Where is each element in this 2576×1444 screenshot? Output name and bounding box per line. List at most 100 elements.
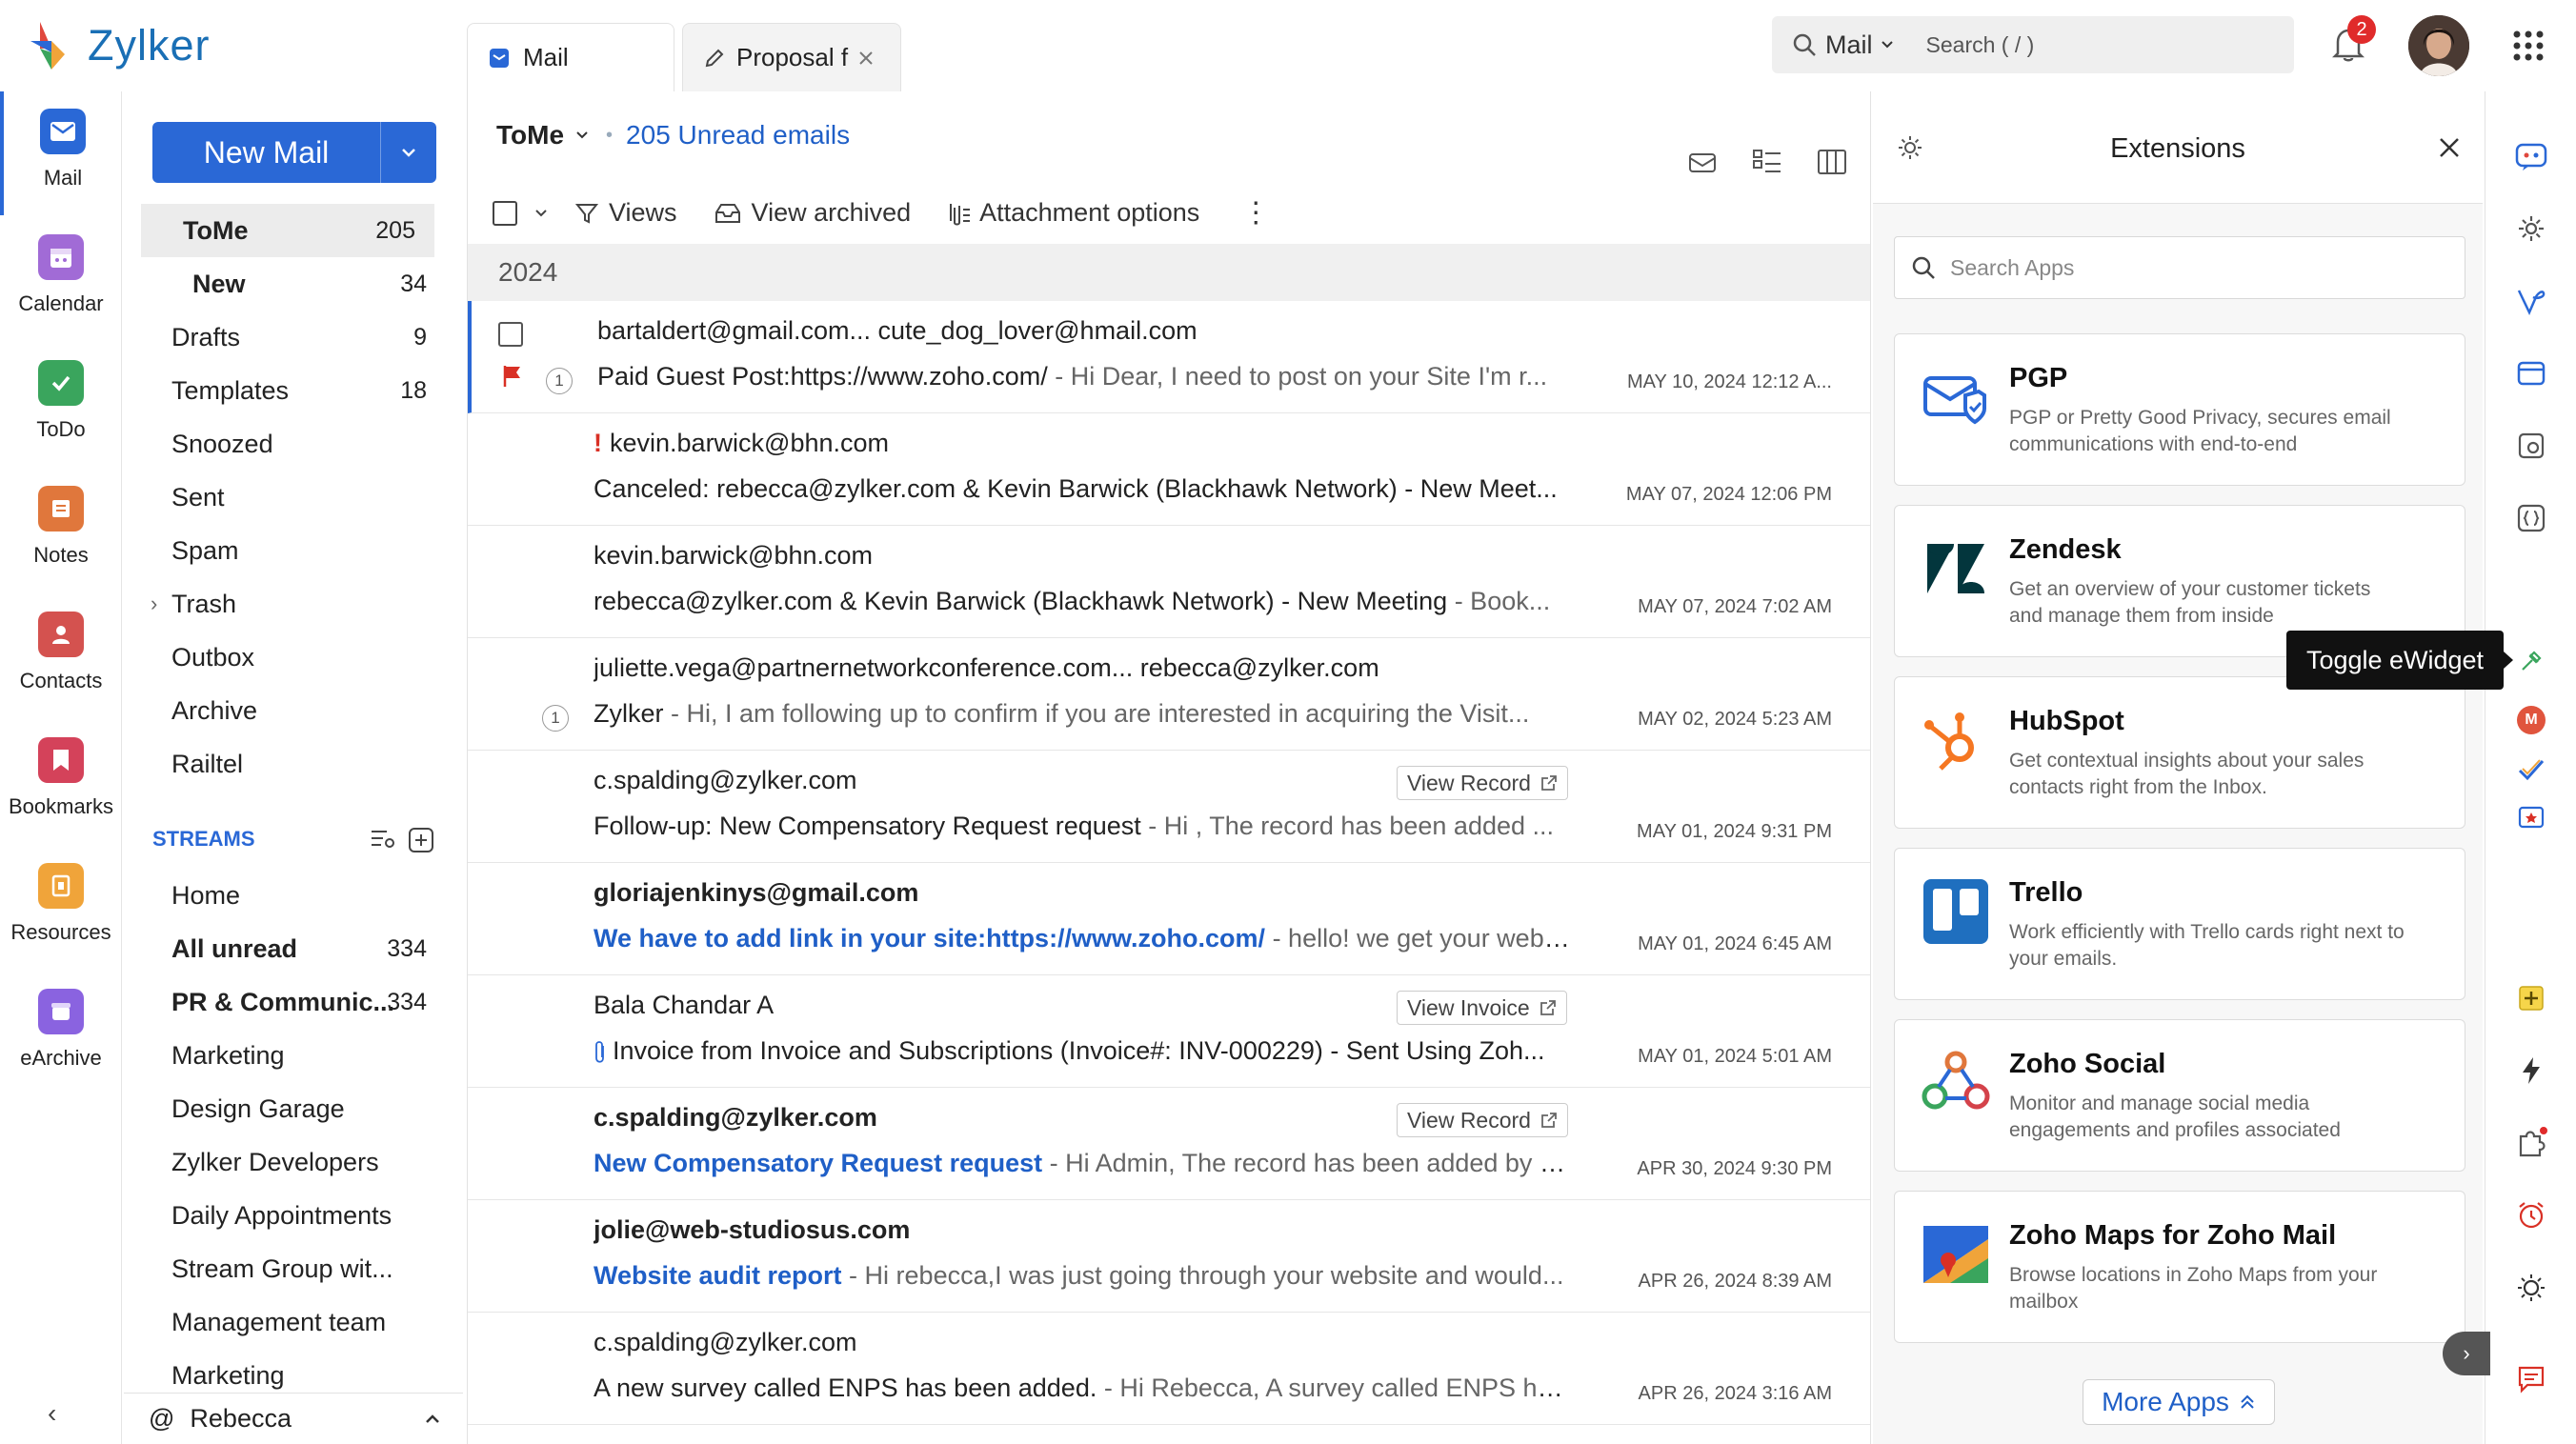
code-braces-icon[interactable] bbox=[2510, 497, 2552, 539]
mail-row[interactable]: jolie@web-studiosus.com Website audit re… bbox=[468, 1200, 1870, 1313]
rail-item-mail[interactable]: Mail bbox=[0, 91, 122, 215]
chevron-right-icon[interactable]: › bbox=[151, 592, 157, 616]
chevron-down-icon[interactable] bbox=[575, 130, 589, 140]
chevron-down-icon[interactable] bbox=[381, 122, 436, 183]
mail-row[interactable]: c.spalding@zylker.com View Record Follow… bbox=[468, 751, 1870, 863]
stream-home[interactable]: Home bbox=[124, 869, 463, 922]
mail-row[interactable]: kevin.barwick@bhn.com rebecca@zylker.com… bbox=[468, 526, 1870, 638]
conversation-view-icon[interactable] bbox=[1687, 149, 1718, 175]
global-search[interactable]: Mail Search ( / ) bbox=[1772, 16, 2294, 73]
folder-outbox[interactable]: Outbox bbox=[124, 631, 463, 684]
views-button[interactable]: Views bbox=[609, 198, 677, 228]
stream-pr-communications[interactable]: PR & Communic... 334 bbox=[124, 975, 463, 1029]
close-icon[interactable] bbox=[2437, 135, 2462, 160]
search-scope-select[interactable]: Mail bbox=[1825, 30, 1873, 60]
user-avatar[interactable] bbox=[2408, 15, 2469, 76]
mail-subject-line: We have to add link in your site:https:/… bbox=[594, 924, 1575, 953]
mail-row[interactable]: c.spalding@zylker.com A new survey calle… bbox=[468, 1313, 1870, 1425]
app-logo[interactable]: Zylker bbox=[27, 17, 236, 74]
lightning-icon[interactable] bbox=[2510, 1050, 2552, 1092]
row-checkbox[interactable] bbox=[498, 322, 523, 347]
search-input[interactable]: Search ( / ) bbox=[1926, 32, 2035, 58]
search-apps-input[interactable]: Search Apps bbox=[1894, 236, 2465, 299]
star-chat-icon[interactable] bbox=[2510, 798, 2552, 840]
stream-daily-appointments[interactable]: Daily Appointments bbox=[124, 1189, 463, 1242]
puzzle-integrations-icon[interactable] bbox=[2510, 1122, 2552, 1164]
view-toggle-group bbox=[1687, 149, 1847, 175]
folder-snoozed[interactable]: Snoozed bbox=[124, 417, 463, 471]
add-stream-icon[interactable] bbox=[408, 827, 434, 853]
collapse-rail-icon[interactable]: ‹ bbox=[48, 1398, 56, 1429]
app-card-zoho-social[interactable]: Zoho Social Monitor and manage social me… bbox=[1894, 1019, 2465, 1172]
folder-templates[interactable]: Templates 18 bbox=[124, 364, 463, 417]
current-folder-dropdown[interactable]: ToMe bbox=[496, 120, 564, 150]
attachment-options-button[interactable]: Attachment options bbox=[979, 198, 1199, 228]
toggle-ewidget-icon[interactable] bbox=[2510, 640, 2552, 682]
more-options-icon[interactable]: ⋮ bbox=[1241, 198, 1270, 227]
notifications-button[interactable]: 2 bbox=[2332, 15, 2376, 67]
flag-icon[interactable] bbox=[502, 364, 523, 389]
mail-row[interactable]: Bala Chandar A View Invoice Invoice from… bbox=[468, 975, 1870, 1088]
column-layout-icon[interactable] bbox=[1817, 149, 1847, 175]
settings-icon[interactable] bbox=[2510, 208, 2552, 250]
stream-filter-icon[interactable] bbox=[370, 827, 396, 852]
app-card-trello[interactable]: Trello Work efficiently with Trello card… bbox=[1894, 848, 2465, 1000]
stream-group[interactable]: Stream Group wit... bbox=[124, 1242, 463, 1295]
mail-icon bbox=[40, 109, 86, 154]
rail-item-calendar[interactable]: Calendar bbox=[0, 217, 122, 341]
rail-item-todo[interactable]: ToDo bbox=[0, 343, 122, 467]
m-app-icon[interactable]: M bbox=[2510, 699, 2552, 741]
app-card-pgp[interactable]: PGP PGP or Pretty Good Privacy, secures … bbox=[1894, 333, 2465, 486]
zoho-sign-icon[interactable] bbox=[2510, 280, 2552, 322]
view-invoice-button[interactable]: View Invoice bbox=[1397, 991, 1567, 1025]
new-mail-button[interactable]: New Mail bbox=[152, 122, 436, 183]
list-view-icon[interactable] bbox=[1752, 149, 1782, 175]
mail-row[interactable]: c.spalding@zylker.com View Record New Co… bbox=[468, 1088, 1870, 1200]
close-tab-icon[interactable] bbox=[857, 50, 875, 67]
rail-item-earchive[interactable]: eArchive bbox=[0, 972, 122, 1095]
view-record-button[interactable]: View Record bbox=[1397, 1103, 1568, 1137]
rail-item-resources[interactable]: Resources bbox=[0, 846, 122, 970]
folder-new[interactable]: New 34 bbox=[124, 257, 463, 311]
tab-proposal-draft[interactable]: Proposal f bbox=[682, 23, 901, 91]
select-all-checkbox[interactable] bbox=[493, 200, 517, 226]
add-note-icon[interactable] bbox=[2510, 977, 2552, 1019]
stream-zylker-developers[interactable]: Zylker Developers bbox=[124, 1135, 463, 1189]
mail-row[interactable]: ! kevin.barwick@bhn.com Canceled: rebecca… bbox=[468, 413, 1870, 526]
stream-all-unread[interactable]: All unread 334 bbox=[124, 922, 463, 975]
rail-item-bookmarks[interactable]: Bookmarks bbox=[0, 720, 122, 844]
unread-count-link[interactable]: 205 Unread emails bbox=[626, 120, 850, 150]
view-archived-button[interactable]: View archived bbox=[752, 198, 912, 228]
mail-row[interactable]: gloriajenkinys@gmail.com We have to add … bbox=[468, 863, 1870, 975]
bookings-icon[interactable] bbox=[2510, 425, 2552, 467]
rail-item-notes[interactable]: Notes bbox=[0, 469, 122, 592]
folder-drafts[interactable]: Drafts 9 bbox=[124, 311, 463, 364]
folder-railtel[interactable]: Railtel bbox=[124, 737, 463, 791]
user-switcher[interactable]: @ Rebecca bbox=[124, 1393, 463, 1444]
app-card-zoho-maps[interactable]: Zoho Maps for Zoho Mail Browse locations… bbox=[1894, 1191, 2465, 1343]
app-launcher-icon[interactable] bbox=[2511, 29, 2546, 63]
folder-tome[interactable]: ToMe 205 bbox=[141, 204, 434, 257]
more-apps-button[interactable]: More Apps bbox=[2083, 1379, 2275, 1425]
chevron-down-icon[interactable] bbox=[534, 209, 548, 218]
folder-trash[interactable]: › Trash bbox=[124, 577, 463, 631]
tab-mail[interactable]: Mail bbox=[467, 23, 674, 91]
rail-item-contacts[interactable]: Contacts bbox=[0, 594, 122, 718]
alarm-clock-icon[interactable] bbox=[2510, 1194, 2552, 1236]
folder-spam[interactable]: Spam bbox=[124, 524, 463, 577]
stream-marketing[interactable]: Marketing bbox=[124, 1029, 463, 1082]
calendar-widget-icon[interactable] bbox=[2510, 352, 2552, 394]
chat-bot-icon[interactable] bbox=[2510, 135, 2552, 177]
mail-row[interactable]: 1 juliette.vega@partnernetworkconference… bbox=[468, 638, 1870, 751]
folder-archive[interactable]: Archive bbox=[124, 684, 463, 737]
mail-row[interactable]: 1 bartaldert@gmail.com... cute_dog_lover… bbox=[468, 301, 1870, 413]
folder-sent[interactable]: Sent bbox=[124, 471, 463, 524]
view-record-button[interactable]: View Record bbox=[1397, 766, 1568, 800]
checkmark-task-icon[interactable] bbox=[2510, 749, 2552, 791]
feedback-chat-icon[interactable] bbox=[2510, 1358, 2552, 1400]
app-card-hubspot[interactable]: HubSpot Get contextual insights about yo… bbox=[1894, 676, 2465, 829]
stream-management-team[interactable]: Management team bbox=[124, 1295, 463, 1349]
theme-sun-icon[interactable] bbox=[2510, 1267, 2552, 1309]
stream-design-garage[interactable]: Design Garage bbox=[124, 1082, 463, 1135]
collapse-panel-button[interactable]: › bbox=[2443, 1332, 2490, 1375]
